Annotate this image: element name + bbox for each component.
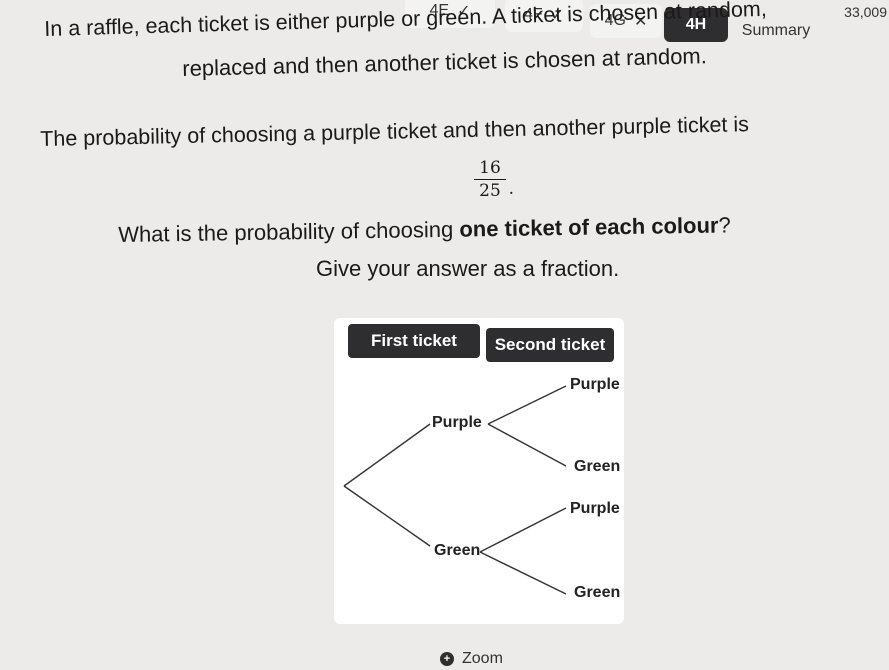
branch-root-purple [343, 423, 431, 487]
node-second-purple-2: Purple [570, 500, 620, 517]
fraction-denominator: 25 [479, 181, 501, 201]
node-second-green-2: Green [574, 584, 621, 601]
node-second-green-1: Green [574, 458, 621, 475]
node-second-purple-1: Purple [570, 376, 620, 393]
tab-label: Summary [741, 22, 811, 39]
probability-fraction: 16 25 . [474, 158, 514, 201]
zoom-label: Zoom [462, 650, 503, 667]
branch-purple-purple [487, 385, 567, 425]
branch-green-purple [479, 507, 567, 553]
question-line-4-prefix: What is the probability of choosing [118, 216, 460, 247]
question-line-2: replaced and then another ticket is chos… [182, 43, 708, 81]
question-line-4: What is the probability of choosing one … [118, 212, 731, 248]
branch-green-green [479, 551, 567, 595]
branch-root-green [343, 485, 431, 547]
question-line-3: The probability of choosing a purple tic… [40, 112, 750, 151]
fraction-period: . [508, 179, 514, 199]
question-line-4-suffix: ? [718, 212, 731, 238]
branch-purple-green [487, 423, 567, 467]
zoom-button[interactable]: + Zoom [440, 650, 503, 668]
question-line-5: Give your answer as a fraction. [316, 256, 620, 281]
tree-diagram: First ticket Second ticket Purple Green … [334, 318, 624, 624]
zoom-icon: + [440, 652, 454, 666]
node-first-purple: Purple [432, 414, 482, 431]
node-first-green: Green [434, 542, 481, 559]
score-counter: 33,009 [844, 4, 887, 20]
fraction-numerator: 16 [474, 158, 506, 180]
question-line-4-bold: one ticket of each colour [459, 212, 719, 242]
